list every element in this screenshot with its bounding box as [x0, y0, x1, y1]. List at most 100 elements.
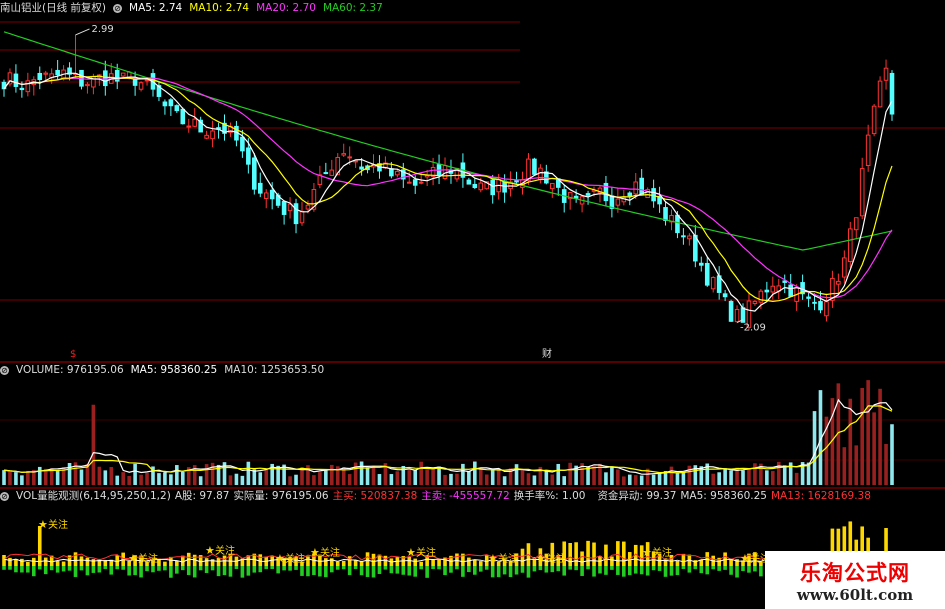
sell-bar: [67, 566, 72, 571]
ma10-label: MA10: 2.74: [189, 2, 250, 14]
stock-chart-canvas: 2.99-2.09$ 财★ 关注★ 关注★ 关注★ 关注★ 关注 ★ 关注 ★ 关注 ★ 关注★ 关注 ★ 关…: [0, 21, 945, 578]
volume-bar: [109, 467, 114, 485]
sell-bar: [592, 566, 596, 577]
sell-bar: [377, 566, 382, 574]
volume-bar: [425, 469, 429, 485]
volume-bar: [592, 466, 596, 485]
volume-bar: [97, 466, 102, 485]
candle-body: [883, 67, 889, 81]
candle-body: [627, 192, 633, 197]
sell-bar: [341, 566, 346, 570]
volume-bar: [884, 443, 888, 485]
candle-body: [681, 235, 686, 238]
sell-bar: [20, 566, 24, 573]
volume-bar: [407, 470, 412, 485]
sell-bar: [419, 566, 423, 570]
candle-body: [722, 293, 728, 298]
settings-icon[interactable]: ⊘: [0, 365, 9, 375]
sell-bar: [490, 566, 495, 578]
sell-bar: [234, 566, 239, 570]
sell-bar: [73, 566, 78, 577]
sell-bar: [115, 566, 120, 570]
attention-label: 关注: [320, 546, 340, 559]
sell-bar: [520, 566, 525, 573]
settings-icon[interactable]: ⊘: [113, 3, 123, 13]
sell-bar: [306, 566, 310, 577]
volume-bar: [765, 470, 769, 485]
volume-bar: [866, 380, 870, 485]
buy-bar: [163, 561, 167, 566]
buy-bar: [574, 542, 578, 566]
sell-bar: [312, 566, 316, 576]
buy-bar: [258, 554, 263, 566]
volume-bar: [163, 472, 167, 485]
sell-bar: [729, 566, 733, 575]
high-annotation: 2.99: [92, 24, 114, 35]
sell-bar: [43, 566, 48, 575]
sell-bar: [204, 566, 209, 574]
volume-bar: [294, 474, 298, 485]
sell-bar: [121, 566, 125, 570]
buy-bar: [616, 541, 620, 566]
candle-body: [842, 257, 847, 278]
candle-body: [341, 153, 347, 156]
sell-bar: [294, 566, 298, 570]
ma60-line: [3, 31, 893, 251]
sell-bar: [324, 566, 328, 578]
attention-label: 关注: [138, 552, 158, 565]
attention-label: 关注: [416, 546, 436, 559]
sell-bar: [502, 566, 507, 575]
buy-bar: [437, 559, 441, 566]
candle-body: [192, 118, 198, 127]
volume-bar: [473, 461, 477, 485]
sell-bar: [383, 566, 388, 570]
candle-body: [859, 168, 865, 217]
sell-bar: [532, 566, 537, 572]
buy-bar: [359, 561, 364, 566]
sell-bar: [407, 566, 412, 576]
volume-bar: [461, 463, 465, 485]
volume-bar: [556, 463, 561, 485]
sell-bar: [91, 566, 96, 573]
attention-star-icon: ★: [642, 546, 652, 559]
volume-bar: [437, 466, 441, 485]
attention-star-icon: ★: [740, 552, 750, 565]
ma20-label: MA20: 2.70: [256, 2, 316, 14]
volume-bar: [443, 474, 447, 485]
volume-bar: [794, 472, 799, 485]
sell-bar: [163, 566, 167, 571]
candle-body: [293, 203, 299, 225]
sell-bar: [586, 566, 590, 570]
sell-bar: [681, 566, 686, 570]
volume-bar: [651, 474, 656, 485]
candle-body: [728, 300, 734, 322]
sell-bar: [216, 566, 221, 577]
volume-bar: [145, 472, 149, 485]
main-buy-label: 主买: 520837.38: [332, 490, 418, 502]
candle-body: [299, 210, 305, 224]
logo-url: www.60lt.com: [796, 586, 914, 604]
volume-bar: [395, 471, 400, 485]
sell-bar: [192, 566, 197, 578]
sell-bar: [198, 566, 203, 571]
volume-bar: [228, 475, 233, 485]
sell-bar: [622, 566, 626, 577]
sell-bar: [347, 566, 352, 576]
volume-bar: [747, 468, 751, 485]
sell-bar: [365, 566, 370, 577]
settings-icon[interactable]: ⊘: [0, 491, 9, 501]
candle-body: [186, 125, 192, 128]
volume-bar: [657, 473, 662, 485]
sell-bar: [717, 566, 721, 571]
buy-bar: [419, 561, 423, 566]
buy-bar: [43, 557, 48, 566]
candle-body: [675, 214, 680, 234]
candle-body: [389, 168, 394, 177]
volume-bar: [324, 470, 328, 485]
sell-bar: [37, 566, 42, 570]
sell-bar: [97, 566, 102, 573]
volume-bar: [496, 468, 501, 485]
candle-body: [806, 296, 811, 299]
buy-bar: [204, 558, 209, 566]
sell-bar: [723, 566, 727, 570]
